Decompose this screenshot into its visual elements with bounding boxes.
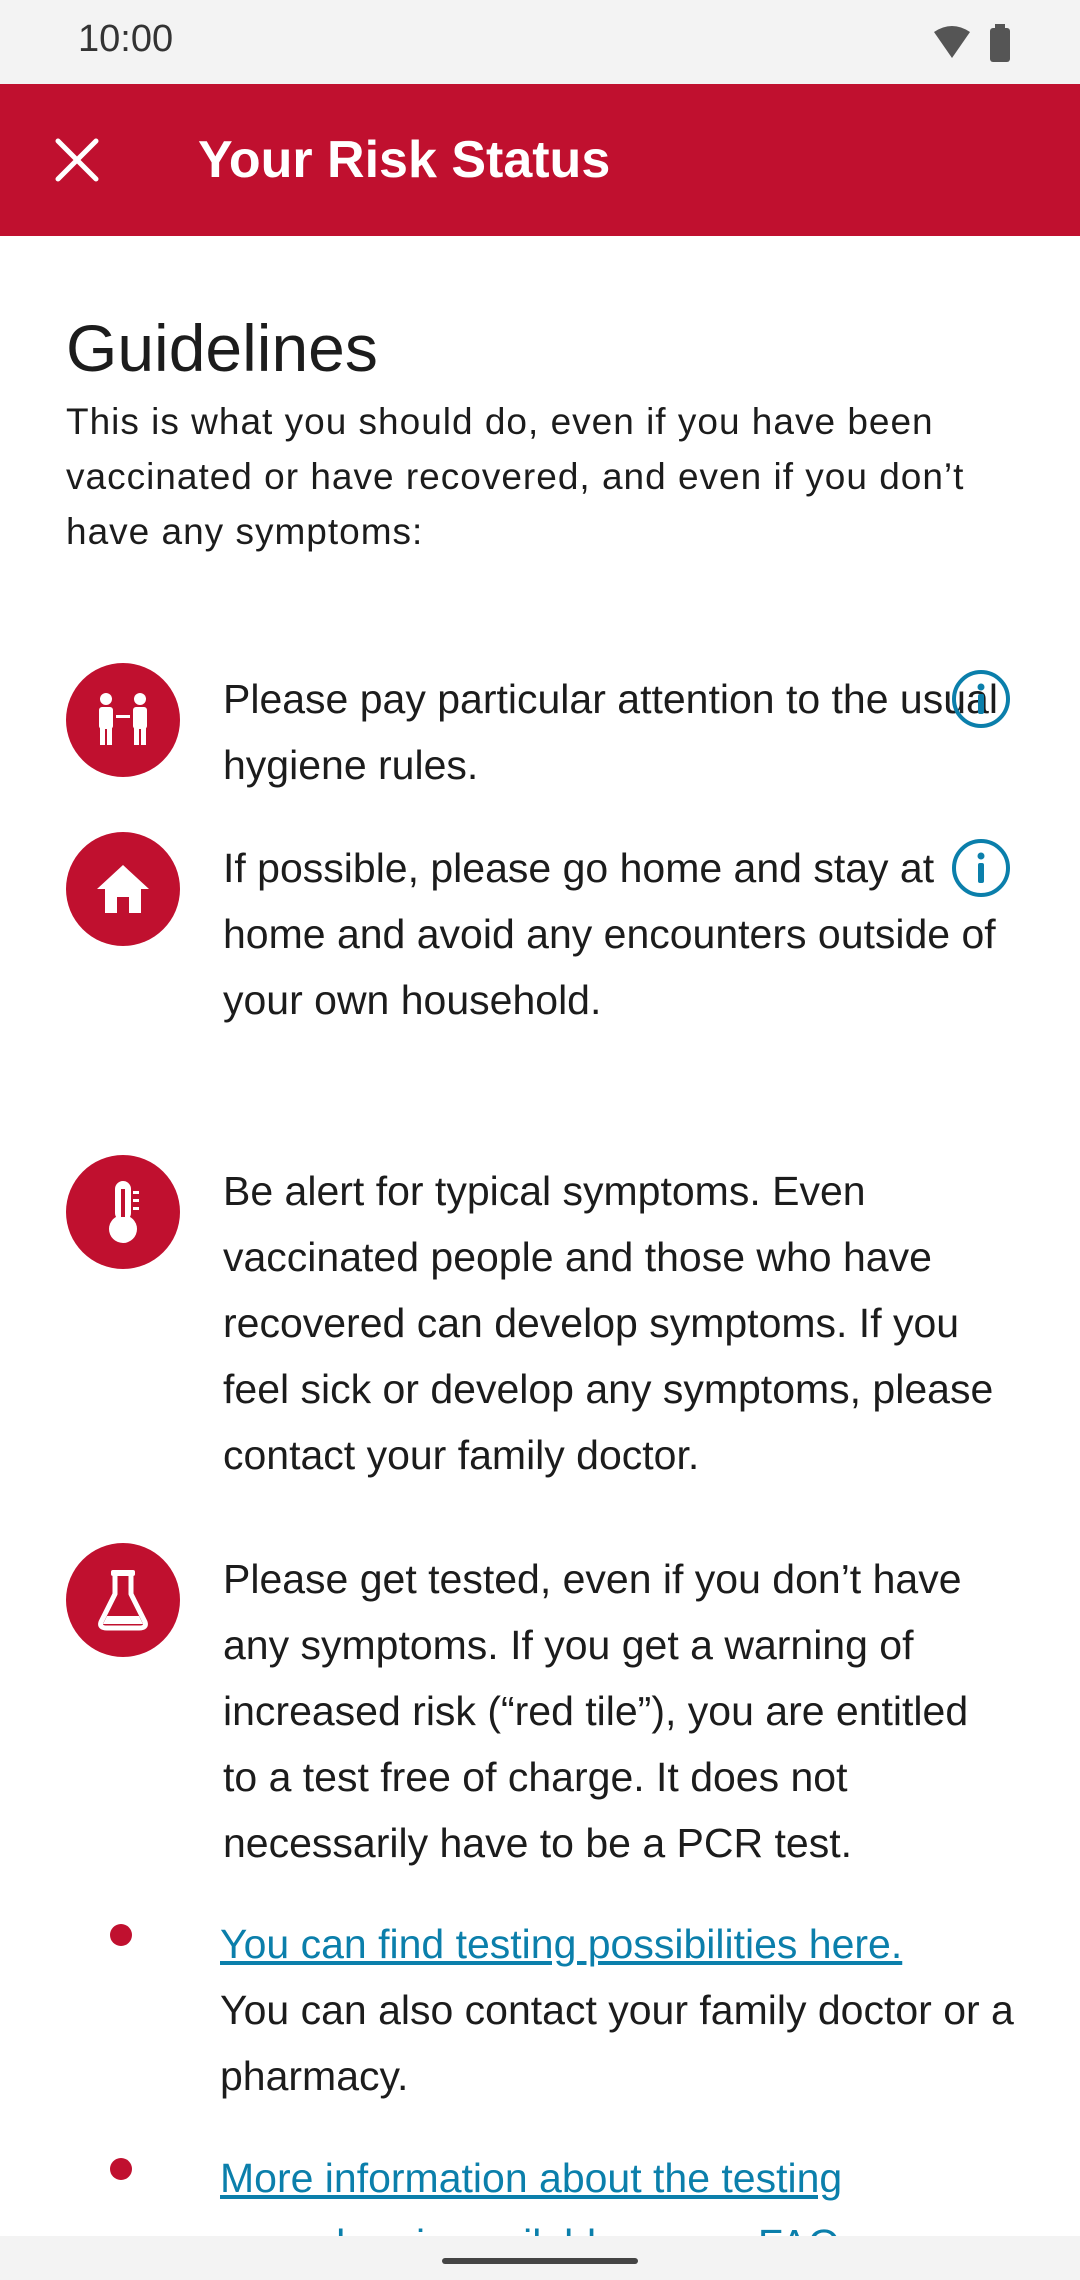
close-icon — [55, 138, 99, 182]
bullet-dot — [110, 2158, 132, 2180]
testing-faq-link[interactable]: More information about the testing proce… — [220, 2155, 954, 2236]
page-title: Your Risk Status — [198, 131, 611, 189]
status-time: 10:00 — [78, 18, 174, 60]
home-gesture-handle[interactable] — [442, 2258, 638, 2264]
guideline-hygiene-text: Please pay particular attention to the u… — [223, 676, 998, 788]
guidelines-content[interactable]: Guidelines This is what you should do, e… — [0, 236, 1080, 2236]
wifi-icon — [934, 26, 970, 58]
hygiene-people-icon — [66, 663, 180, 777]
bullet-testing-locations: You can find testing possibilities here.… — [220, 1911, 1020, 2109]
info-icon[interactable] — [950, 668, 1012, 730]
status-icons — [934, 24, 1010, 62]
close-button[interactable] — [36, 114, 118, 206]
battery-icon — [990, 28, 1010, 62]
guideline-testing-text: Please get tested, even if you don’t hav… — [223, 1556, 969, 1866]
bullet-dot — [110, 1924, 132, 1946]
info-icon[interactable] — [950, 837, 1012, 899]
navigation-bar — [0, 2236, 1080, 2280]
thermometer-icon — [66, 1155, 180, 1269]
app-bar: Your Risk Status — [0, 84, 1080, 236]
bullet-testing-faq: More information about the testing proce… — [220, 2145, 1020, 2236]
guideline-home-text: If possible, please go home and stay at … — [223, 845, 996, 1023]
guideline-symptoms-text: Be alert for typical symptoms. Even vacc… — [223, 1168, 994, 1478]
test-flask-icon — [66, 1543, 180, 1657]
status-bar: 10:00 — [0, 0, 1080, 84]
guidelines-heading: Guidelines — [66, 311, 378, 385]
guidelines-intro: This is what you should do, even if you … — [66, 401, 965, 552]
testing-possibilities-link[interactable]: You can find testing possibilities here. — [220, 1921, 902, 1967]
home-icon — [66, 832, 180, 946]
bullet-testing-locations-text: You can also contact your family doctor … — [220, 1987, 1014, 2099]
